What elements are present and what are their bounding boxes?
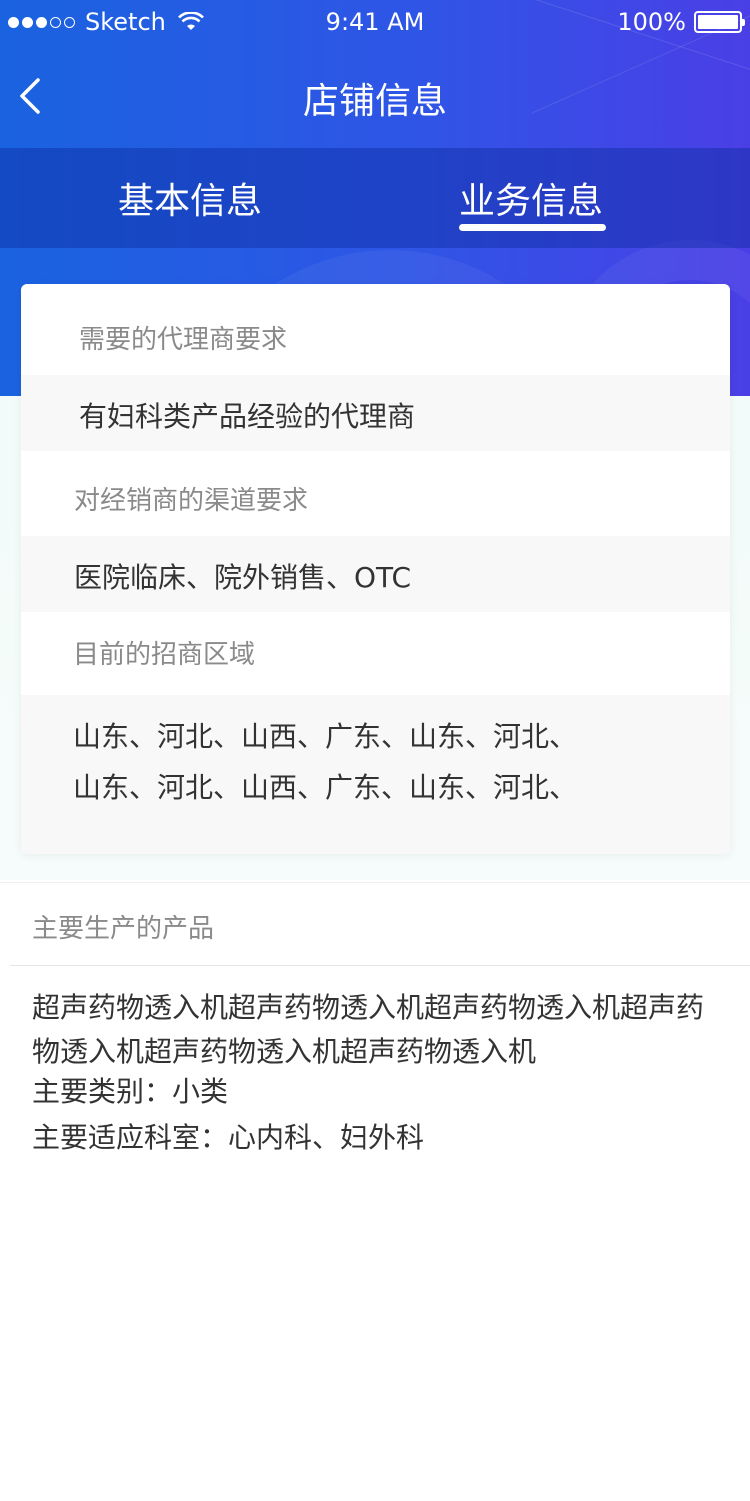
divider	[10, 965, 750, 966]
products-description: 超声药物透入机超声药物透入机超声药物透入机超声药物透入机超声药物透入机超声药物透…	[32, 991, 705, 1068]
agent-requirement-label: 需要的代理商要求	[79, 325, 288, 355]
channel-requirement-row: 医院临床、院外销售、OTC	[21, 536, 730, 612]
tab-basic-info[interactable]: 基本信息	[118, 172, 262, 232]
agent-requirement-row: 有妇科类产品经验的代理商	[21, 375, 730, 451]
screen: Sketch 9:41 AM 100% 店铺信息 基本信息 业务信息 需要的代理…	[0, 0, 750, 1501]
business-info-card: 需要的代理商要求 有妇科类产品经验的代理商 对经销商的渠道要求 医院临床、院外销…	[21, 284, 730, 854]
channel-requirement-label: 对经销商的渠道要求	[74, 486, 309, 516]
region-line: 山东、河北、山西、广东、山东、河北、	[73, 771, 578, 804]
navigation-bar: 店铺信息	[0, 44, 750, 148]
page-title: 店铺信息	[302, 81, 447, 122]
products-section-title: 主要生产的产品	[32, 914, 215, 944]
battery-percent: 100%	[617, 8, 686, 36]
region-line: 山东、河北、山西、广东、山东、河北、	[73, 720, 578, 753]
main-category: 主要类别：小类	[32, 1075, 229, 1108]
status-bar: Sketch 9:41 AM 100%	[0, 0, 750, 44]
channel-requirement-value: 医院临床、院外销售、OTC	[74, 561, 412, 594]
applicable-departments: 主要适应科室：心内科、妇外科	[32, 1121, 425, 1154]
tab-bar: 基本信息 业务信息	[0, 148, 750, 248]
battery-icon	[694, 11, 745, 33]
agent-requirement-value: 有妇科类产品经验的代理商	[79, 400, 416, 433]
tab-business-info[interactable]: 业务信息	[459, 172, 603, 232]
region-label: 目前的招商区域	[73, 640, 256, 670]
active-tab-indicator	[459, 224, 606, 231]
region-row: 山东、河北、山西、广东、山东、河北、 山东、河北、山西、广东、山东、河北、	[21, 695, 730, 854]
